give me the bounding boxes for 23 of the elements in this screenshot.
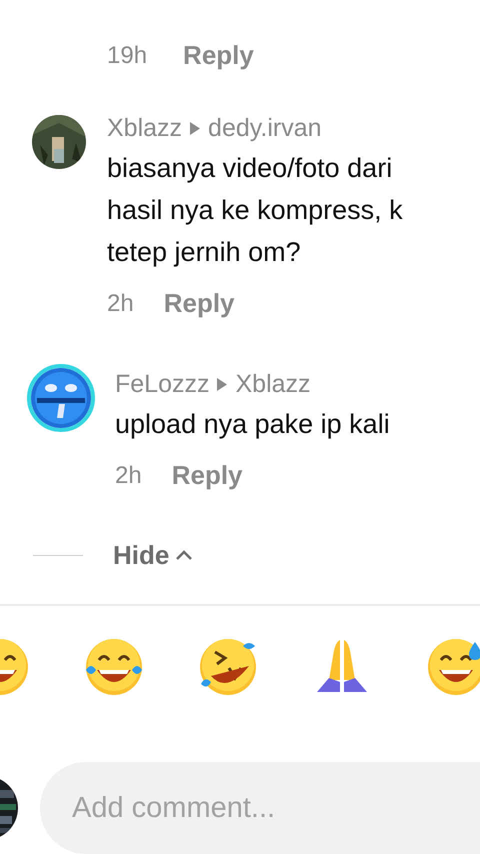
author-name[interactable]: FeLozzz bbox=[115, 370, 210, 400]
timestamp: 2h bbox=[115, 462, 142, 490]
comment-input[interactable]: Add comment... bbox=[40, 762, 480, 854]
timestamp: 19h bbox=[107, 42, 148, 70]
comment-text: tetep jernih om? bbox=[107, 236, 302, 269]
comment-text: upload nya pake ip kali bbox=[115, 408, 390, 441]
reply-to-name[interactable]: Xblazz bbox=[235, 370, 311, 400]
reply-button[interactable]: Reply bbox=[172, 460, 243, 492]
triangle-icon bbox=[190, 122, 200, 136]
caret-icon bbox=[175, 549, 194, 562]
avatar[interactable] bbox=[27, 364, 95, 432]
comment-text: biasanya video/foto dari bbox=[107, 152, 394, 185]
sweat-smile-icon[interactable] bbox=[425, 636, 480, 698]
reply-to-name[interactable]: dedy.irvan bbox=[208, 114, 322, 144]
comment-text: hasil nya ke kompress, k bbox=[107, 194, 403, 227]
reply-button[interactable]: Reply bbox=[164, 288, 235, 320]
rolling-laughing-icon[interactable] bbox=[197, 636, 259, 698]
hide-button[interactable]: Hide bbox=[113, 540, 194, 571]
author-name[interactable]: Xblazz bbox=[107, 114, 182, 144]
tears-of-joy-icon[interactable] bbox=[83, 636, 145, 698]
reply-button[interactable]: Reply bbox=[183, 40, 254, 72]
triangle-icon bbox=[217, 378, 228, 392]
timestamp: 2h bbox=[107, 290, 134, 318]
